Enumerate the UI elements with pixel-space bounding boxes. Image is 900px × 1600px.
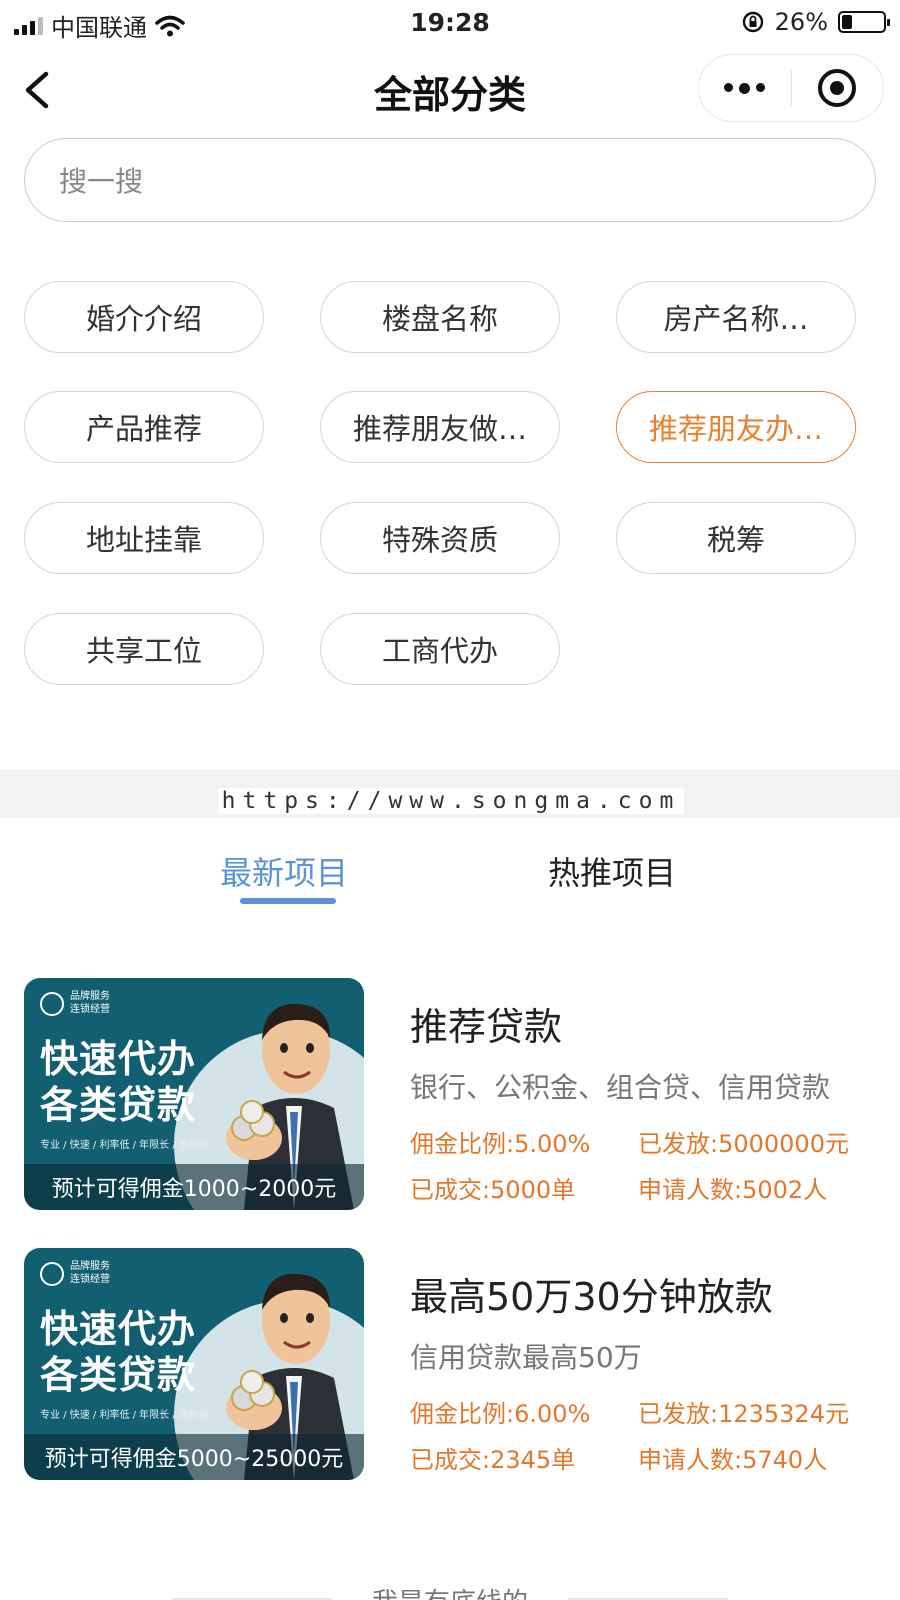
banner-logo-text: 品牌服务 连锁经营 <box>70 1261 110 1285</box>
end-of-list-text: 我是有底线的 <box>0 1582 900 1600</box>
category-chip[interactable]: 税筹 <box>616 502 856 574</box>
project-title: 最高50万30分钟放款 <box>410 1275 773 1319</box>
project-subtitle: 银行、公积金、组合贷、信用贷款 <box>410 1071 831 1104</box>
category-chip[interactable]: 推荐朋友办… <box>616 391 856 463</box>
project-card[interactable]: 品牌服务 连锁经营 快速代办 各类贷款 专业 / 快速 / 利率低 / 年限长 … <box>24 978 876 1210</box>
category-chip[interactable]: 楼盘名称 <box>320 281 560 353</box>
amount-issued: 已发放:5000000元 <box>638 1130 849 1158</box>
amount-issued: 已发放:1235324元 <box>638 1400 849 1428</box>
miniprogram-close-icon <box>818 69 857 107</box>
more-button[interactable] <box>699 55 791 121</box>
banner-tags: 专业 / 快速 / 利率低 / 年限长 / 放款快 <box>40 1140 209 1151</box>
brand-logo-icon <box>40 1262 64 1286</box>
search-input[interactable]: 搜一搜 <box>24 138 876 222</box>
project-card[interactable]: 品牌服务 连锁经营 快速代办 各类贷款 专业 / 快速 / 利率低 / 年限长 … <box>24 1248 876 1480</box>
miniprogram-capsule <box>698 54 884 122</box>
project-title: 推荐贷款 <box>410 1005 563 1049</box>
project-banner: 品牌服务 连锁经营 快速代办 各类贷款 专业 / 快速 / 利率低 / 年限长 … <box>24 978 364 1210</box>
deals-closed: 已成交:5000单 <box>410 1176 576 1204</box>
commission-rate: 佣金比例:6.00% <box>410 1400 591 1428</box>
battery-percent: 26% <box>774 8 828 36</box>
category-chip[interactable]: 产品推荐 <box>24 391 264 463</box>
commission-rate: 佣金比例:5.00% <box>410 1130 591 1158</box>
category-chip[interactable]: 工商代办 <box>320 613 560 685</box>
project-subtitle: 信用贷款最高50万 <box>410 1341 642 1374</box>
category-chip[interactable]: 共享工位 <box>24 613 264 685</box>
watermark-url: https://www.songma.com <box>218 788 684 814</box>
project-banner: 品牌服务 连锁经营 快速代办 各类贷款 专业 / 快速 / 利率低 / 年限长 … <box>24 1248 364 1480</box>
applicant-count: 申请人数:5740人 <box>638 1446 828 1474</box>
category-chip[interactable]: 推荐朋友做… <box>320 391 560 463</box>
tab-latest-projects[interactable]: 最新项目 <box>220 848 348 894</box>
banner-tags: 专业 / 快速 / 利率低 / 年限长 / 放款快 <box>40 1410 209 1421</box>
banner-commission: 预计可得佣金5000~25000元 <box>24 1434 364 1480</box>
banner-commission: 预计可得佣金1000~2000元 <box>24 1164 364 1210</box>
nav-bar: 全部分类 <box>0 50 900 130</box>
tab-hot-projects[interactable]: 热推项目 <box>548 848 676 894</box>
status-right: 26% <box>741 8 890 36</box>
battery-fill <box>842 15 852 29</box>
brand-logo-icon <box>40 992 64 1016</box>
banner-logo-text: 品牌服务 连锁经营 <box>70 991 110 1015</box>
status-bar: 中国联通 19:28 26% <box>0 0 900 46</box>
battery-icon <box>838 11 890 33</box>
category-chip[interactable]: 地址挂靠 <box>24 502 264 574</box>
banner-slogan: 快速代办 各类贷款 <box>40 1037 197 1127</box>
category-chip[interactable]: 特殊资质 <box>320 502 560 574</box>
active-tab-indicator <box>240 898 336 904</box>
rotation-lock-icon <box>742 11 763 33</box>
applicant-count: 申请人数:5002人 <box>638 1176 828 1204</box>
category-chip[interactable]: 房产名称… <box>616 281 856 353</box>
more-icon <box>724 82 766 94</box>
category-chip[interactable]: 婚介介绍 <box>24 281 264 353</box>
close-miniprogram-button[interactable] <box>792 55 884 121</box>
banner-slogan: 快速代办 各类贷款 <box>40 1307 197 1397</box>
deals-closed: 已成交:2345单 <box>410 1446 576 1474</box>
